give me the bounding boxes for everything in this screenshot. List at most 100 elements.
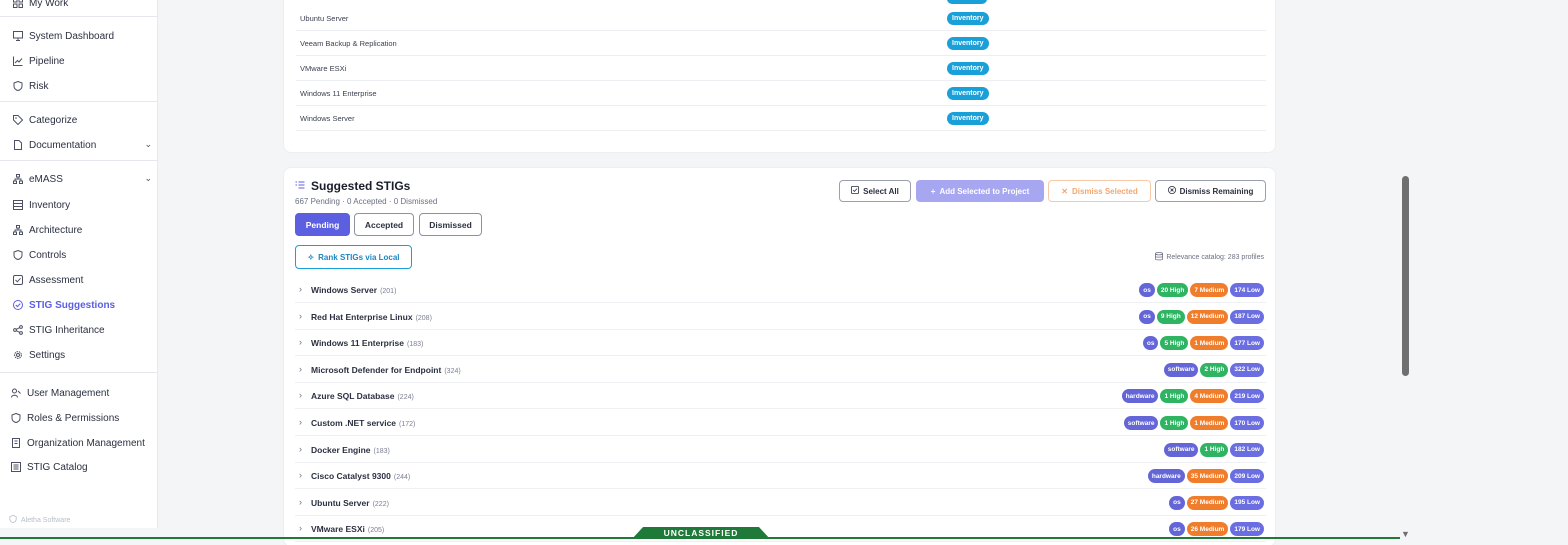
severity-badges: hardware 1 High 4 Medium 219 Low [1121,389,1264,404]
select-all-button[interactable]: Select All [839,180,911,202]
sidebar-item-emass[interactable]: eMASS ⌄ [12,170,152,188]
chevron-down-icon[interactable]: ⌄ [144,139,152,150]
chevron-right-icon[interactable]: › [299,337,302,347]
sidebar-item-controls[interactable]: Controls [12,246,152,264]
med-severity-badge: 4 Medium [1190,389,1229,404]
divider [0,101,158,102]
high-severity-badge: 2 High [1200,362,1229,377]
sidebar-item-roles-permissions[interactable]: Roles & Permissions [10,409,150,427]
chevron-right-icon[interactable]: › [299,284,302,294]
share-icon [12,325,23,336]
chevron-down-icon[interactable]: ⌄ [144,173,152,184]
sidebar-item-architecture[interactable]: Architecture [12,221,152,239]
tab-dismissed[interactable]: Dismissed [419,213,482,236]
sidebar-item-settings[interactable]: Settings [12,346,152,364]
stig-row[interactable]: › Azure SQL Database (224) hardware 1 High 4 … [295,383,1266,410]
sidebar-item-my-work[interactable]: My Work [12,0,152,12]
sidebar-item-label: My Work [29,0,69,9]
sidebar-item-organization-management[interactable]: Organization Management [10,434,150,452]
sidebar-item-label: Roles & Permissions [27,412,120,424]
high-severity-badge: 1 High [1160,416,1189,430]
sidebar-item-stig-catalog[interactable]: STIG Catalog [10,458,150,476]
stig-row[interactable]: › Red Hat Enterprise Linux (208) os 9 High 12… [295,304,1266,330]
sidebar-item-label: STIG Catalog [27,461,88,473]
sidebar-item-label: Settings [29,349,66,361]
select-all-label: Select All [863,186,899,196]
chevron-right-icon[interactable]: › [299,417,302,427]
stig-row[interactable]: › Custom .NET service (172) software 1 High 1… [295,410,1266,436]
high-severity-badge: 20 High [1156,283,1189,297]
inventory-name: VMware ESXi [300,63,347,73]
stig-row[interactable]: › Ubuntu Server (222) os 27 Medium 195 Low [295,490,1266,516]
stig-row[interactable]: › Cisco Catalyst 9300 (244) hardware 35 Medi… [295,463,1266,490]
med-severity-badge: 1 Medium [1190,416,1229,430]
stig-row[interactable]: › Microsoft Defender for Endpoint (324) sof… [295,357,1266,383]
stig-count: (208) [415,314,432,322]
stig-count: (205) [367,527,385,535]
chevron-right-icon[interactable]: › [299,364,302,374]
stig-name-text: Azure SQL Database [311,391,395,402]
rank-stigs-button[interactable]: ✧ Rank STIGs via Local [295,245,412,269]
table-row: Veeam Backup & Replication Inventory [296,31,1266,56]
stig-name: Red Hat Enterprise Linux (208) [311,312,432,322]
dismiss-remaining-button[interactable]: Dismiss Remaining [1155,180,1266,202]
stig-row[interactable]: › Windows Server (201) os 20 High 7 Medium 174… [295,277,1266,303]
med-severity-badge: 12 Medium [1186,309,1229,324]
type-badge: software [1163,442,1199,457]
sidebar-item-pipeline[interactable]: Pipeline [12,52,152,70]
sidebar-item-label: STIG Suggestions [29,299,116,311]
sidebar-item-system-dashboard[interactable]: System Dashboard [12,27,152,45]
inventory-badge-partial [947,0,987,4]
sidebar-item-stig-inheritance[interactable]: STIG Inheritance [12,321,152,339]
severity-badges: hardware 35 Medium 209 Low [1147,469,1264,484]
sidebar-item-stig-suggestions[interactable]: STIG Suggestions [12,296,152,314]
stig-row[interactable]: › Docker Engine (183) software 1 High 182 Low [295,437,1266,463]
scroll-down-arrow-icon[interactable]: ▼ [1401,529,1410,539]
severity-badges: os 26 Medium 179 Low [1169,522,1264,537]
sidebar-item-assessment[interactable]: Assessment [12,271,152,289]
database-icon [1155,252,1164,263]
chevron-right-icon[interactable]: › [299,444,302,454]
high-severity-badge: 1 High [1200,442,1229,457]
inventory-card: Ubuntu Server Inventory Veeam Backup & R… [283,0,1276,153]
severity-badges: os 5 High 1 Medium 177 Low [1142,336,1264,351]
brand-logo-icon [9,514,17,525]
severity-badges: software 1 High 182 Low [1163,442,1264,457]
med-severity-badge: 27 Medium [1186,495,1229,510]
inventory-badge: Inventory [947,11,989,25]
scrollbar-thumb[interactable] [1402,176,1409,376]
stig-name-text: Windows Server [311,285,378,295]
sidebar-item-risk[interactable]: Risk [12,77,152,95]
table-row: Windows 11 Enterprise Inventory [296,81,1266,106]
type-badge: os [1142,336,1159,351]
inventory-badge: Inventory [947,36,989,50]
check-circle-icon [12,300,23,311]
sidebar-item-label: User Management [27,387,110,399]
chevron-right-icon[interactable]: › [299,523,302,533]
sidebar-item-user-management[interactable]: User Management [10,384,150,402]
tab-pending[interactable]: Pending [295,213,350,236]
stig-count: (172) [399,421,416,428]
stig-row[interactable]: › Windows 11 Enterprise (183) os 5 High 1 Med… [295,330,1266,357]
stig-name-text: Cisco Catalyst 9300 [311,471,391,482]
chevron-right-icon[interactable]: › [299,470,302,480]
med-severity-badge: 35 Medium [1186,469,1229,484]
stig-name-text: VMware ESXi [311,524,365,535]
stig-name-text: Microsoft Defender for Endpoint [311,364,442,375]
stig-count: (222) [372,500,389,508]
dismiss-selected-button[interactable]: ✕ Dismiss Selected [1048,180,1151,202]
chevron-right-icon[interactable]: › [299,311,302,321]
sidebar-item-inventory[interactable]: Inventory [12,196,152,214]
tab-accepted[interactable]: Accepted [354,213,414,236]
chevron-right-icon[interactable]: › [299,390,302,400]
chevron-right-icon[interactable]: › [299,497,302,507]
divider [0,16,158,17]
sidebar-item-categorize[interactable]: Categorize [12,111,152,129]
network-icon [12,174,23,185]
stig-name: Custom .NET service (172) [311,418,415,428]
table-row: Windows Server Inventory [296,106,1266,131]
low-severity-badge: 182 Low [1230,442,1264,457]
sidebar-item-documentation[interactable]: Documentation ⌄ [12,136,152,154]
add-selected-button[interactable]: + Add Selected to Project [916,180,1044,202]
table-row: VMware ESXi Inventory [296,56,1266,81]
